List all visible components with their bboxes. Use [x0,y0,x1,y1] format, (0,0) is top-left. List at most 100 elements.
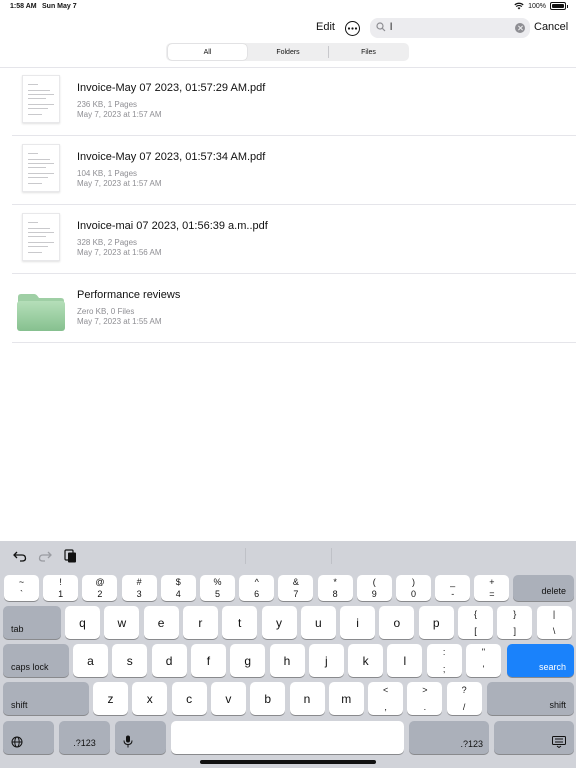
undo-icon[interactable] [13,549,27,563]
key-k[interactable]: k [348,644,384,677]
caps-lock-key[interactable]: caps lock [3,644,69,677]
battery-percent: 100% [528,2,546,10]
search-value: l [390,22,393,33]
key-shift-label: | [552,609,556,619]
clear-search-icon[interactable] [515,23,525,33]
key-q[interactable]: q [65,606,100,639]
list-item[interactable]: Invoice-mai 07 2023, 01:56:39 a.m..pdf 3… [0,205,576,274]
search-key[interactable]: search [507,644,574,677]
delete-key[interactable]: delete [513,575,574,601]
key-shift-label: " [481,647,486,657]
search-input[interactable]: l [370,18,530,38]
key-3[interactable]: @2 [82,575,118,601]
paste-icon[interactable] [63,549,77,563]
suggestion-divider [331,548,332,564]
key-10[interactable]: (9 [356,575,392,601]
key-g[interactable]: g [230,644,266,677]
delete-key-label: delete [541,586,566,596]
key-e[interactable]: e [143,606,179,639]
key-symbol[interactable]: :; [426,644,462,677]
redo-icon[interactable] [38,549,52,563]
key-shift-label: ! [59,577,62,587]
scope-folders[interactable]: Folders [249,44,327,60]
scope-files[interactable]: Files [330,44,407,60]
numbers-key-right[interactable]: .?123 [409,721,489,754]
key-symbol[interactable]: | \ [536,606,572,639]
key-n[interactable]: n [289,682,325,715]
scope-all[interactable]: All [168,44,247,60]
key-main-label: \ [552,626,556,636]
key-symbol[interactable]: " ' [466,644,501,677]
item-size: Zero KB, 0 Files [77,307,135,316]
key-symbol[interactable]: {[ [458,606,493,639]
key-s[interactable]: s [112,644,148,677]
key-shift-label: { [473,609,477,619]
key-symbol[interactable]: ? / [446,682,482,715]
key-label: c [186,691,193,706]
key-u[interactable]: u [300,606,336,639]
key-main-label: . [423,702,427,712]
key-11[interactable]: ) 0 [396,575,431,601]
shift-left-key[interactable]: shift [3,682,89,715]
key-m[interactable]: m [328,682,364,715]
key-6[interactable]: % 5 [200,575,235,601]
dictation-key[interactable] [115,721,166,754]
key-symbol[interactable]: >. [407,682,443,715]
key-z[interactable]: z [93,682,128,715]
space-key[interactable] [171,721,404,754]
key-l[interactable]: l [387,644,423,677]
tab-key[interactable]: tab [3,606,61,639]
key-h[interactable]: h [269,644,305,677]
key-label: a [87,653,94,668]
ellipsis-circle-icon[interactable] [345,21,360,36]
shift-right-key[interactable]: shift [487,682,574,715]
cancel-button[interactable]: Cancel [534,21,568,33]
key-7[interactable]: ^ 6 [239,575,275,601]
list-item[interactable]: Performance reviews Zero KB, 0 Files May… [0,274,576,343]
item-date: May 7, 2023 at 1:55 AM [77,317,162,326]
key-2[interactable]: ! 1 [43,575,79,601]
key-b[interactable]: b [250,682,286,715]
search-key-label: search [538,662,566,672]
key-shift-label: ^ [254,577,259,587]
key-5[interactable]: $4 [160,575,196,601]
key-1[interactable]: ~ ` [4,575,39,601]
key-w[interactable]: w [104,606,140,639]
search-scope-control: All Folders Files [166,43,409,61]
key-r[interactable]: r [182,606,218,639]
keyboard-dismiss-key[interactable] [494,721,574,754]
key-v[interactable]: v [210,682,246,715]
key-symbol[interactable]: <, [368,682,404,715]
key-13[interactable]: + = [474,575,510,601]
key-8[interactable]: & 7 [278,575,314,601]
key-p[interactable]: p [418,606,454,639]
list-item[interactable]: Invoice-May 07 2023, 01:57:29 AM.pdf 236… [0,67,576,136]
key-x[interactable]: x [132,682,168,715]
key-main-label: 3 [136,589,142,599]
key-o[interactable]: o [379,606,415,639]
key-4[interactable]: #3 [121,575,157,601]
key-t[interactable]: t [222,606,258,639]
key-f[interactable]: f [190,644,226,677]
suggestion-divider [245,548,246,564]
key-symbol[interactable]: }] [497,606,533,639]
key-c[interactable]: c [171,682,207,715]
globe-key[interactable] [3,721,54,754]
edit-button[interactable]: Edit [316,21,335,33]
key-y[interactable]: y [261,606,297,639]
key-j[interactable]: j [308,644,344,677]
battery-icon [550,2,568,10]
key-9[interactable]: * 8 [317,575,353,601]
list-item[interactable]: Invoice-May 07 2023, 01:57:34 AM.pdf 104… [0,136,576,205]
key-main-label: 0 [410,589,416,599]
key-12[interactable]: _ - [435,575,471,601]
numbers-key-left[interactable]: .?123 [59,721,110,754]
pdf-thumbnail [22,75,60,123]
key-main-label: [ [474,626,477,636]
key-a[interactable]: a [73,644,108,677]
key-d[interactable]: d [151,644,187,677]
key-i[interactable]: i [340,606,376,639]
numbers-key-left-label: .?123 [73,738,96,748]
key-label: e [157,615,165,630]
key-shift-label: @ [95,577,105,587]
